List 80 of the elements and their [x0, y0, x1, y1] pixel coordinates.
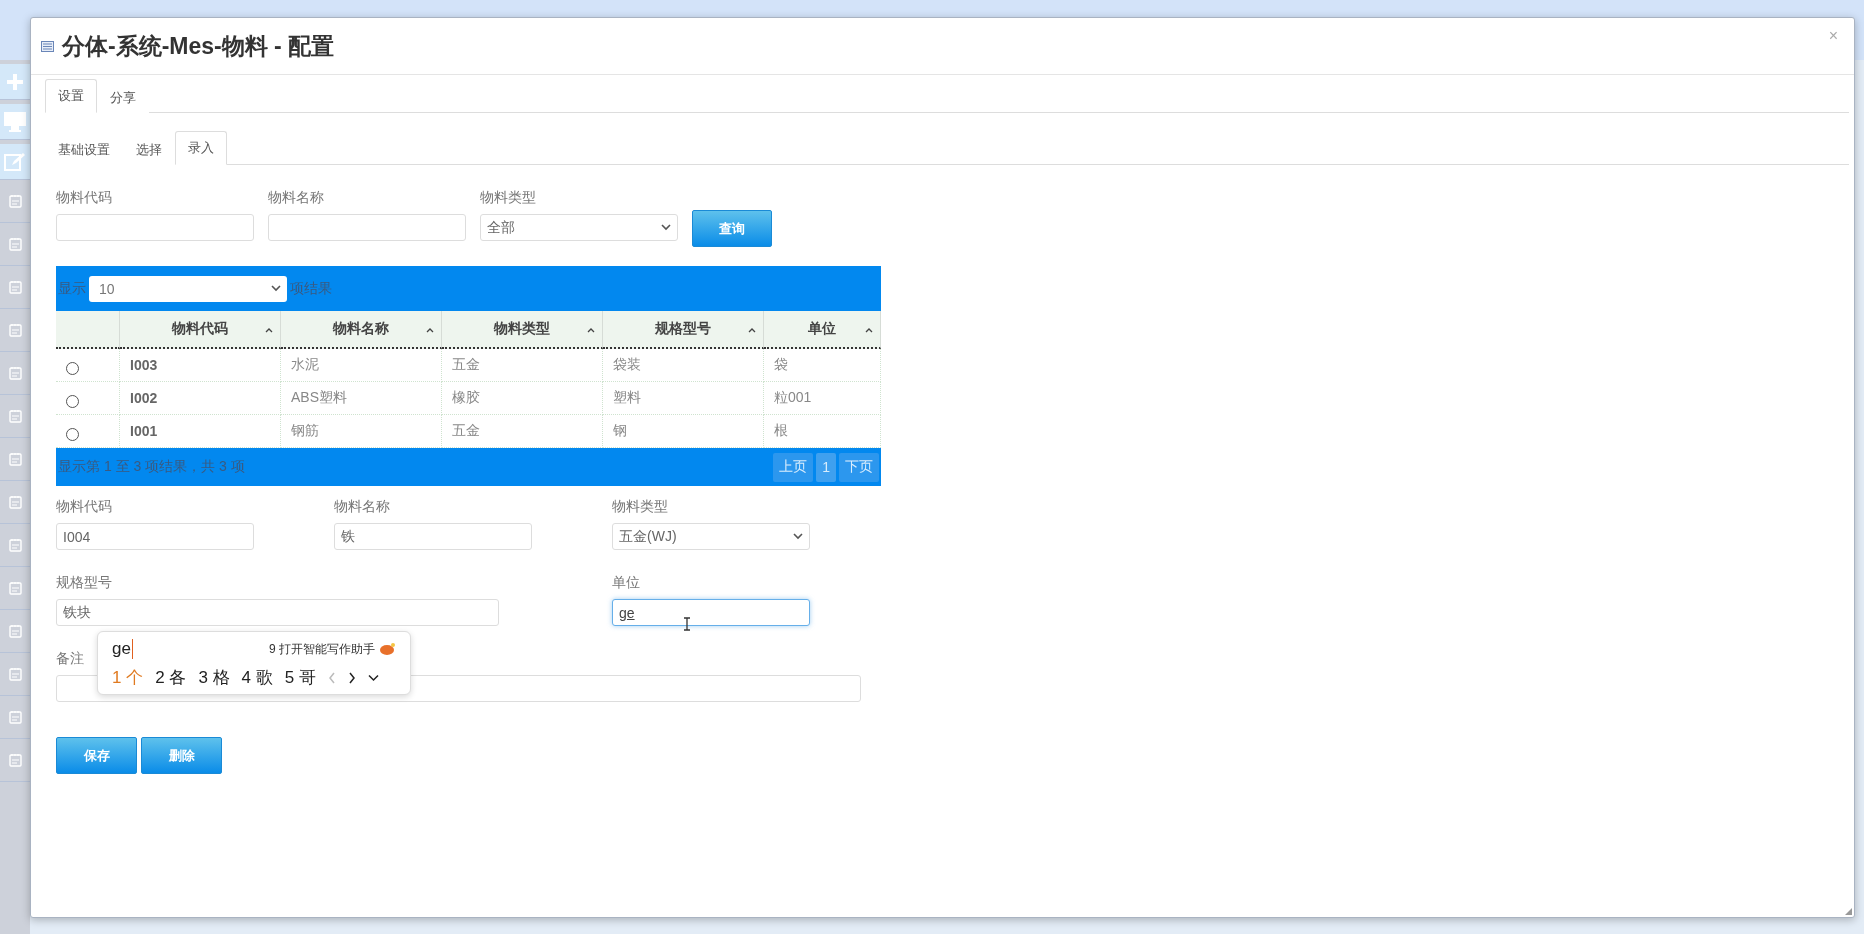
- notepad-icon[interactable]: [8, 667, 22, 681]
- table-cell: 橡胶: [442, 382, 603, 415]
- tab[interactable]: 录入: [175, 131, 227, 165]
- sort-icon[interactable]: [748, 327, 756, 333]
- type-select[interactable]: 全部: [480, 214, 678, 241]
- notepad-icon[interactable]: [8, 624, 22, 638]
- sort-icon[interactable]: [265, 327, 273, 333]
- ime-candidate[interactable]: 5 哥: [284, 666, 316, 689]
- input-field[interactable]: 铁块: [56, 599, 499, 626]
- notepad-icon[interactable]: [8, 495, 22, 509]
- field-label: 单位: [612, 574, 640, 592]
- field-label: 物料代码: [56, 189, 112, 207]
- table-info: 显示第 1 至 3 项结果，共 3 项: [58, 458, 245, 476]
- window-icon: [41, 40, 54, 52]
- column-header[interactable]: 单位: [764, 311, 881, 349]
- prev-page-icon[interactable]: [328, 671, 336, 684]
- input-field[interactable]: I004: [56, 523, 254, 550]
- field-label: 物料类型: [612, 498, 668, 516]
- row-radio[interactable]: [66, 361, 79, 375]
- next-page-icon[interactable]: [348, 671, 356, 684]
- ime-candidate[interactable]: 4 歌: [241, 666, 273, 689]
- table-cell: I002: [120, 382, 281, 415]
- tab[interactable]: 设置: [45, 79, 97, 113]
- notepad-icon[interactable]: [8, 581, 22, 595]
- page-size-select[interactable]: 10: [89, 275, 287, 302]
- notepad-icon[interactable]: [8, 409, 22, 423]
- chevron-down-icon[interactable]: [793, 533, 803, 540]
- table-cell: 粒001: [764, 382, 881, 415]
- resize-grip-icon[interactable]: [1845, 908, 1852, 915]
- table-cell: 袋: [764, 349, 881, 382]
- field-label: 物料类型: [480, 189, 536, 207]
- ime-candidate[interactable]: 2 各: [155, 666, 187, 689]
- length-label: 项结果: [290, 279, 332, 298]
- input-field[interactable]: 铁: [334, 523, 532, 550]
- input-field[interactable]: [56, 214, 254, 241]
- edit-icon[interactable]: [4, 151, 26, 172]
- notepad-icon[interactable]: [8, 710, 22, 724]
- sort-icon[interactable]: [865, 327, 873, 333]
- column-header[interactable]: 规格型号: [603, 311, 764, 349]
- field-label: 物料名称: [334, 498, 390, 516]
- column-header[interactable]: 物料名称: [281, 311, 442, 349]
- table-cell: 塑料: [603, 382, 764, 415]
- chevron-down-icon[interactable]: [661, 224, 671, 231]
- notepad-icon[interactable]: [8, 280, 22, 294]
- notepad-icon[interactable]: [8, 194, 22, 208]
- table-cell: 水泥: [281, 349, 442, 382]
- type-select[interactable]: 五金(WJ): [612, 523, 810, 550]
- notepad-icon[interactable]: [8, 323, 22, 337]
- field-label: 物料名称: [268, 189, 324, 207]
- field-label: 规格型号: [56, 574, 112, 592]
- length-label: 显示: [58, 279, 86, 298]
- row-radio[interactable]: [66, 427, 79, 441]
- plus-icon[interactable]: [5, 71, 25, 92]
- expand-icon[interactable]: [368, 673, 379, 682]
- ime-composition: ge: [112, 639, 133, 659]
- column-header[interactable]: 物料代码: [120, 311, 281, 349]
- notepad-icon[interactable]: [8, 366, 22, 380]
- column-header[interactable]: 物料类型: [442, 311, 603, 349]
- table-cell: 五金: [442, 349, 603, 382]
- table-cell: ABS塑料: [281, 382, 442, 415]
- sort-icon[interactable]: [426, 327, 434, 333]
- field-label: 备注: [56, 650, 84, 668]
- field-label: 物料代码: [56, 498, 112, 516]
- notepad-icon[interactable]: [8, 452, 22, 466]
- mascot-icon[interactable]: [380, 642, 396, 656]
- notepad-icon[interactable]: [8, 237, 22, 251]
- table-cell: 袋装: [603, 349, 764, 382]
- notepad-icon[interactable]: [8, 538, 22, 552]
- row-radio[interactable]: [66, 394, 79, 408]
- chevron-down-icon[interactable]: [271, 285, 281, 292]
- monitor-icon[interactable]: [3, 110, 27, 133]
- input-field[interactable]: [268, 214, 466, 241]
- input-field[interactable]: ge: [612, 599, 810, 626]
- dialog-title: 分体-系统-Mes-物料 - 配置: [62, 31, 335, 61]
- notepad-icon[interactable]: [8, 753, 22, 767]
- assistant-link[interactable]: 9 打开智能写作助手: [269, 640, 375, 658]
- sort-icon[interactable]: [587, 327, 595, 333]
- text-cursor-icon: [683, 617, 691, 631]
- table-cell: I003: [120, 349, 281, 382]
- ime-candidate[interactable]: 3 格: [198, 666, 230, 689]
